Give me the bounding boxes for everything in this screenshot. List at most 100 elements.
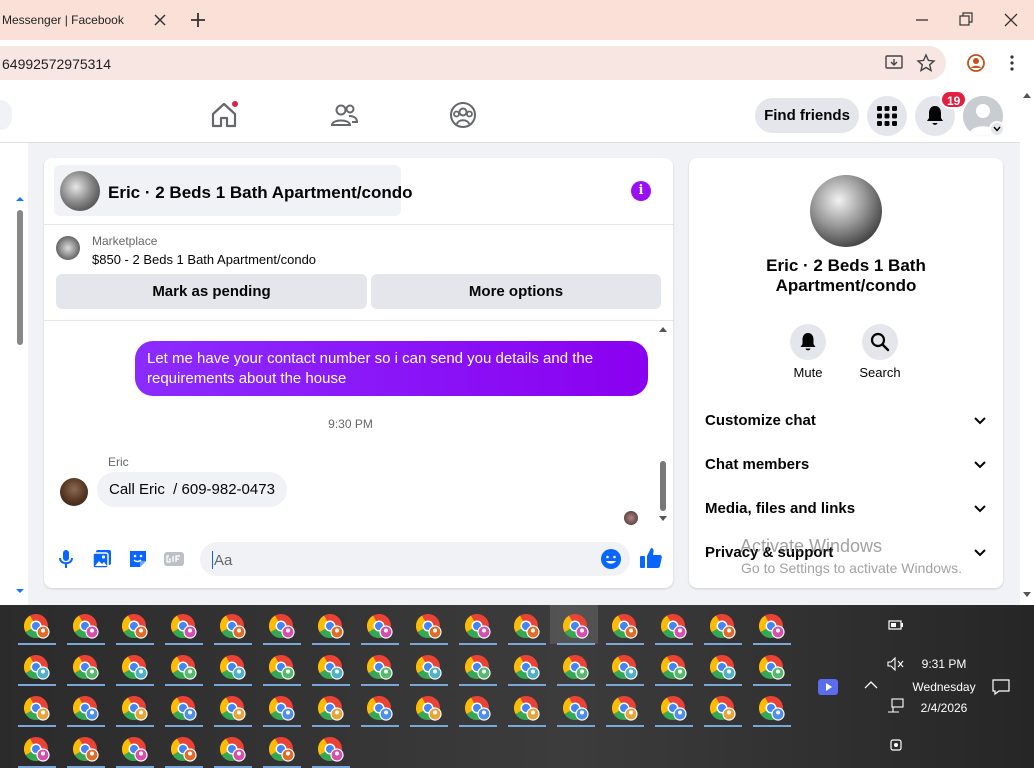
chrome-taskbar-icon[interactable] [708, 612, 738, 642]
chrome-taskbar-icon[interactable] [169, 612, 199, 642]
chrome-taskbar-icon[interactable] [414, 653, 444, 683]
network-icon[interactable] [887, 698, 905, 714]
chrome-taskbar-icon[interactable] [659, 653, 689, 683]
chrome-taskbar-icon[interactable] [169, 694, 199, 724]
chrome-taskbar-icon[interactable] [659, 694, 689, 724]
chrome-taskbar-icon[interactable] [120, 612, 150, 642]
chrome-taskbar-icon[interactable] [561, 694, 591, 724]
message-input[interactable] [212, 551, 592, 569]
battery-icon[interactable] [888, 618, 904, 632]
chrome-taskbar-icon[interactable] [610, 612, 640, 642]
chrome-taskbar-icon[interactable] [512, 612, 542, 642]
mark-as-pending-button[interactable]: Mark as pending [56, 274, 367, 309]
chrome-taskbar-icon[interactable] [120, 735, 150, 765]
install-app-icon[interactable] [884, 53, 904, 73]
bookmark-star-icon[interactable] [916, 53, 936, 73]
details-avatar[interactable] [810, 175, 882, 247]
chrome-taskbar-icon[interactable] [757, 612, 787, 642]
url-text[interactable]: 64992572975314 [2, 56, 111, 72]
chrome-taskbar-icon[interactable] [561, 612, 591, 642]
search-button[interactable] [862, 324, 898, 360]
info-icon[interactable]: i [631, 181, 651, 201]
chrome-taskbar-icon[interactable] [365, 612, 395, 642]
chrome-taskbar-icon[interactable] [463, 694, 493, 724]
chrome-taskbar-icon[interactable] [316, 653, 346, 683]
chrome-taskbar-icon[interactable] [757, 653, 787, 683]
page-scrollbar[interactable] [1020, 86, 1034, 605]
friends-icon[interactable] [329, 100, 359, 130]
chrome-taskbar-icon[interactable] [22, 653, 52, 683]
chrome-taskbar-icon[interactable] [463, 612, 493, 642]
chrome-taskbar-icon[interactable] [71, 653, 101, 683]
profile-icon[interactable] [966, 53, 986, 73]
restore-icon[interactable] [956, 10, 976, 30]
chrome-taskbar-icon[interactable] [365, 694, 395, 724]
chrome-taskbar-icon[interactable] [414, 694, 444, 724]
media-files-links-row[interactable]: Media, files and links [705, 497, 989, 521]
listing-thumbnail[interactable] [56, 236, 80, 260]
chrome-taskbar-icon[interactable] [267, 694, 297, 724]
chrome-taskbar-icon[interactable] [218, 653, 248, 683]
chrome-taskbar-icon[interactable] [71, 735, 101, 765]
video-app-icon[interactable] [818, 679, 838, 695]
clock-time[interactable]: 9:31 PM [906, 657, 982, 671]
tab-close-icon[interactable] [152, 12, 168, 28]
browser-menu-icon[interactable] [1004, 53, 1020, 73]
sticker-icon[interactable] [127, 548, 149, 570]
sender-avatar[interactable] [60, 478, 88, 506]
chrome-taskbar-icon[interactable] [708, 653, 738, 683]
chrome-taskbar-icon[interactable] [316, 694, 346, 724]
incoming-message[interactable]: Call Eric / 609-982-0473 [97, 472, 287, 507]
device-icon[interactable] [888, 737, 904, 753]
chrome-taskbar-icon[interactable] [169, 653, 199, 683]
chrome-taskbar-icon[interactable] [267, 612, 297, 642]
chrome-taskbar-icon[interactable] [71, 612, 101, 642]
chrome-taskbar-icon[interactable] [659, 612, 689, 642]
chrome-taskbar-icon[interactable] [120, 653, 150, 683]
chrome-taskbar-icon[interactable] [218, 612, 248, 642]
chrome-taskbar-icon[interactable] [414, 612, 444, 642]
chrome-taskbar-icon[interactable] [610, 694, 640, 724]
photo-icon[interactable] [91, 548, 113, 570]
volume-muted-icon[interactable] [887, 657, 905, 671]
chrome-taskbar-icon[interactable] [463, 653, 493, 683]
chrome-taskbar-icon[interactable] [561, 653, 591, 683]
show-hidden-icons-icon[interactable] [864, 680, 878, 690]
customize-chat-row[interactable]: Customize chat [705, 409, 989, 433]
clock-day[interactable]: Wednesday [906, 680, 982, 694]
messages-scrollbar[interactable] [657, 324, 669, 524]
browser-tab[interactable]: Messenger | Facebook [0, 0, 180, 40]
chrome-taskbar-icon[interactable] [22, 694, 52, 724]
minimize-icon[interactable] [912, 10, 932, 30]
clock-date[interactable]: 2/4/2026 [906, 701, 982, 715]
chrome-taskbar-icon[interactable] [120, 694, 150, 724]
action-center-icon[interactable] [991, 677, 1011, 697]
chrome-taskbar-icon[interactable] [218, 694, 248, 724]
thumbs-up-icon[interactable] [639, 546, 663, 570]
omnibox[interactable] [0, 46, 946, 80]
chrome-taskbar-icon[interactable] [22, 735, 52, 765]
gif-icon[interactable] [163, 548, 185, 570]
chrome-taskbar-icon[interactable] [316, 612, 346, 642]
chrome-taskbar-icon[interactable] [708, 694, 738, 724]
chrome-taskbar-icon[interactable] [610, 653, 640, 683]
account-menu-caret[interactable] [989, 121, 1005, 137]
chrome-taskbar-icon[interactable] [512, 653, 542, 683]
chrome-taskbar-icon[interactable] [757, 694, 787, 724]
microphone-icon[interactable] [55, 548, 77, 570]
chrome-taskbar-icon[interactable] [169, 735, 199, 765]
chat-members-row[interactable]: Chat members [705, 453, 989, 477]
chrome-taskbar-icon[interactable] [267, 735, 297, 765]
chrome-taskbar-icon[interactable] [71, 694, 101, 724]
chrome-taskbar-icon[interactable] [218, 735, 248, 765]
chrome-taskbar-icon[interactable] [365, 653, 395, 683]
chrome-taskbar-icon[interactable] [267, 653, 297, 683]
find-friends-button[interactable]: Find friends [755, 98, 859, 133]
menu-button[interactable] [867, 96, 907, 136]
chrome-taskbar-icon[interactable] [22, 612, 52, 642]
mute-button[interactable] [790, 324, 826, 360]
chrome-taskbar-icon[interactable] [512, 694, 542, 724]
chrome-taskbar-icon[interactable] [316, 735, 346, 765]
new-tab-icon[interactable] [188, 10, 208, 30]
outgoing-message[interactable]: Let me have your contact number so i can… [135, 341, 648, 396]
